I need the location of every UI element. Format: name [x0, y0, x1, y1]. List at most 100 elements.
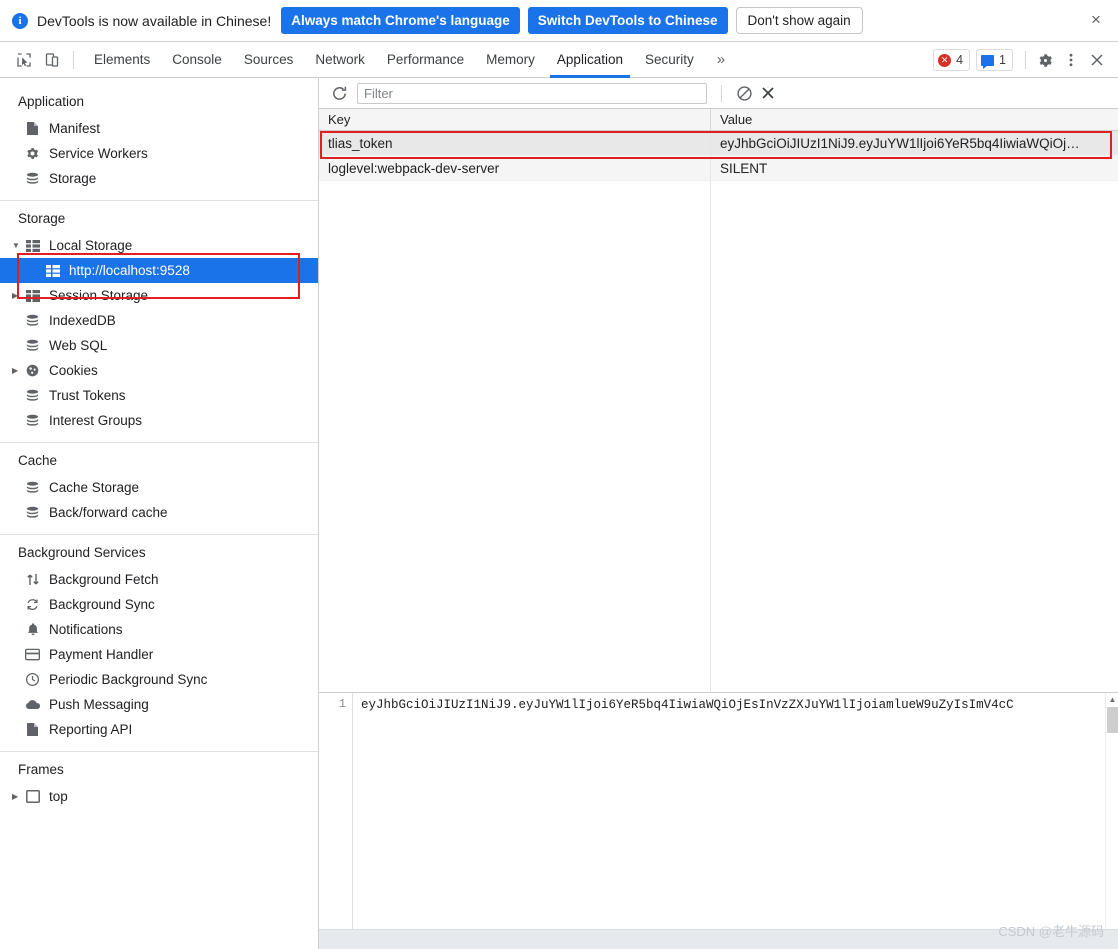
sidebar-item-label: Reporting API: [49, 722, 133, 737]
filter-divider: [721, 84, 722, 102]
tab-network[interactable]: Network: [304, 42, 376, 78]
table-grid-icon: [24, 289, 41, 302]
always-match-chrome-language-button[interactable]: Always match Chrome's language: [281, 7, 520, 34]
tab-memory[interactable]: Memory: [475, 42, 546, 78]
dont-show-again-button[interactable]: Don't show again: [735, 7, 863, 34]
infobar-close-icon[interactable]: ×: [1086, 10, 1106, 30]
sidebar-item-label: Periodic Background Sync: [49, 672, 208, 687]
sidebar-section-cache: Cache Cache Storage Back/forward cache: [0, 442, 318, 534]
sidebar-item-payment-handler[interactable]: Payment Handler: [0, 642, 318, 667]
tab-performance[interactable]: Performance: [376, 42, 475, 78]
column-header-key[interactable]: Key: [319, 109, 711, 130]
no-entry-icon[interactable]: [732, 81, 756, 105]
close-icon[interactable]: [1084, 46, 1110, 74]
sidebar-item-web-sql[interactable]: Web SQL: [0, 333, 318, 358]
table-row[interactable]: tlias_token eyJhbGciOiJIUzI1NiJ9.eyJuYW1…: [319, 131, 1118, 156]
sidebar-item-label: Manifest: [49, 121, 101, 136]
gear-icon[interactable]: [1032, 46, 1058, 74]
message-icon: [981, 54, 995, 69]
sidebar-item-back-forward-cache[interactable]: Back/forward cache: [0, 500, 318, 525]
sidebar-item-reporting-api[interactable]: Reporting API: [0, 717, 318, 742]
sidebar-item-label: Service Workers: [49, 146, 148, 161]
database-icon: [24, 480, 41, 495]
cursor-select-icon[interactable]: [10, 46, 38, 74]
close-x-icon[interactable]: [756, 81, 780, 105]
switch-devtools-to-chinese-button[interactable]: Switch DevTools to Chinese: [527, 7, 728, 34]
tabbar-divider: [73, 50, 74, 69]
table-row[interactable]: loglevel:webpack-dev-server SILENT: [319, 156, 1118, 181]
bell-icon: [24, 622, 41, 637]
tab-sources[interactable]: Sources: [233, 42, 305, 78]
sync-icon: [24, 597, 41, 612]
tab-elements[interactable]: Elements: [83, 42, 161, 78]
sidebar-item-storage[interactable]: Storage: [0, 166, 318, 191]
cell-key: loglevel:webpack-dev-server: [319, 156, 711, 180]
sidebar-item-label: Cookies: [49, 363, 98, 378]
message-count-badge[interactable]: 1: [976, 49, 1013, 71]
sidebar-item-label: Background Sync: [49, 597, 155, 612]
error-count-badge[interactable]: ✕ 4: [933, 49, 971, 71]
sidebar-item-indexeddb[interactable]: IndexedDB: [0, 308, 318, 333]
sidebar-section-frames: Frames ▶ top: [0, 751, 318, 818]
tab-security[interactable]: Security: [634, 42, 705, 78]
preview-code-text[interactable]: eyJhbGciOiJIUzI1NiJ9.eyJuYW1lIjoi6YeR5bq…: [353, 693, 1118, 932]
sidebar-item-local-storage[interactable]: ▼ Local Storage: [0, 233, 318, 258]
tab-application[interactable]: Application: [546, 42, 634, 78]
devtools-body: Application Manifest Service Workers Sto…: [0, 78, 1118, 949]
storage-filter-toolbar: [319, 78, 1118, 109]
message-count: 1: [999, 53, 1006, 67]
sidebar-section-title: Storage: [18, 211, 66, 226]
sidebar-section-title: Frames: [18, 762, 64, 777]
device-toggle-icon[interactable]: [38, 46, 66, 74]
more-tabs-icon[interactable]: »: [705, 51, 736, 68]
sidebar-bottom-filler: [0, 929, 319, 949]
sidebar-item-label: top: [49, 789, 68, 804]
database-icon: [24, 313, 41, 328]
sidebar-item-manifest[interactable]: Manifest: [0, 116, 318, 141]
sidebar-section-title: Background Services: [18, 545, 146, 560]
column-header-value[interactable]: Value: [711, 109, 1118, 130]
preview-vertical-scrollbar[interactable]: ▲: [1105, 693, 1118, 932]
sidebar-item-label: Background Fetch: [49, 572, 159, 587]
database-icon: [24, 171, 41, 186]
watermark-text: CSDN @老牛源码: [998, 924, 1104, 939]
sidebar-item-label: Back/forward cache: [49, 505, 168, 520]
clock-icon: [24, 672, 41, 687]
gear-icon: [24, 146, 41, 161]
sidebar-item-interest-groups[interactable]: Interest Groups: [0, 408, 318, 433]
sidebar-item-push-messaging[interactable]: Push Messaging: [0, 692, 318, 717]
sidebar-item-cache-storage[interactable]: Cache Storage: [0, 475, 318, 500]
sidebar-item-label: IndexedDB: [49, 313, 116, 328]
sidebar-item-label: http://localhost:9528: [69, 263, 190, 278]
vertical-scroll-thumb[interactable]: [1107, 707, 1118, 733]
scroll-up-arrow-icon[interactable]: ▲: [1106, 693, 1118, 706]
chevron-right-icon[interactable]: ▶: [12, 291, 24, 300]
sidebar-item-periodic-background-sync[interactable]: Periodic Background Sync: [0, 667, 318, 692]
sidebar-item-session-storage[interactable]: ▶ Session Storage: [0, 283, 318, 308]
chevron-right-icon[interactable]: ▶: [12, 792, 24, 801]
credit-card-icon: [24, 648, 41, 661]
sidebar-item-localhost-9528[interactable]: http://localhost:9528: [0, 258, 318, 283]
refresh-icon[interactable]: [327, 81, 351, 105]
tab-console[interactable]: Console: [161, 42, 233, 78]
chevron-down-icon[interactable]: ▼: [12, 241, 24, 250]
sidebar-item-label: Local Storage: [49, 238, 133, 253]
sidebar-item-background-sync[interactable]: Background Sync: [0, 592, 318, 617]
sidebar-item-background-fetch[interactable]: Background Fetch: [0, 567, 318, 592]
chevron-right-icon[interactable]: ▶: [12, 366, 24, 375]
sidebar-item-trust-tokens[interactable]: Trust Tokens: [0, 383, 318, 408]
document-icon: [24, 121, 41, 136]
table-header-row: Key Value: [319, 109, 1118, 131]
sidebar-item-cookies[interactable]: ▶ Cookies: [0, 358, 318, 383]
frame-icon: [24, 790, 41, 803]
sidebar-section-background-services: Background Services Background Fetch Bac…: [0, 534, 318, 751]
sidebar-item-top-frame[interactable]: ▶ top: [0, 784, 318, 809]
tabbar-right-divider: [1025, 51, 1026, 69]
search-input[interactable]: [357, 82, 707, 104]
sidebar-item-service-workers[interactable]: Service Workers: [0, 141, 318, 166]
sidebar-item-notifications[interactable]: Notifications: [0, 617, 318, 642]
sidebar-item-label: Storage: [49, 171, 97, 186]
sidebar-item-label: Payment Handler: [49, 647, 154, 662]
kebab-menu-icon[interactable]: [1058, 46, 1084, 74]
sidebar-item-label: Cache Storage: [49, 480, 140, 495]
